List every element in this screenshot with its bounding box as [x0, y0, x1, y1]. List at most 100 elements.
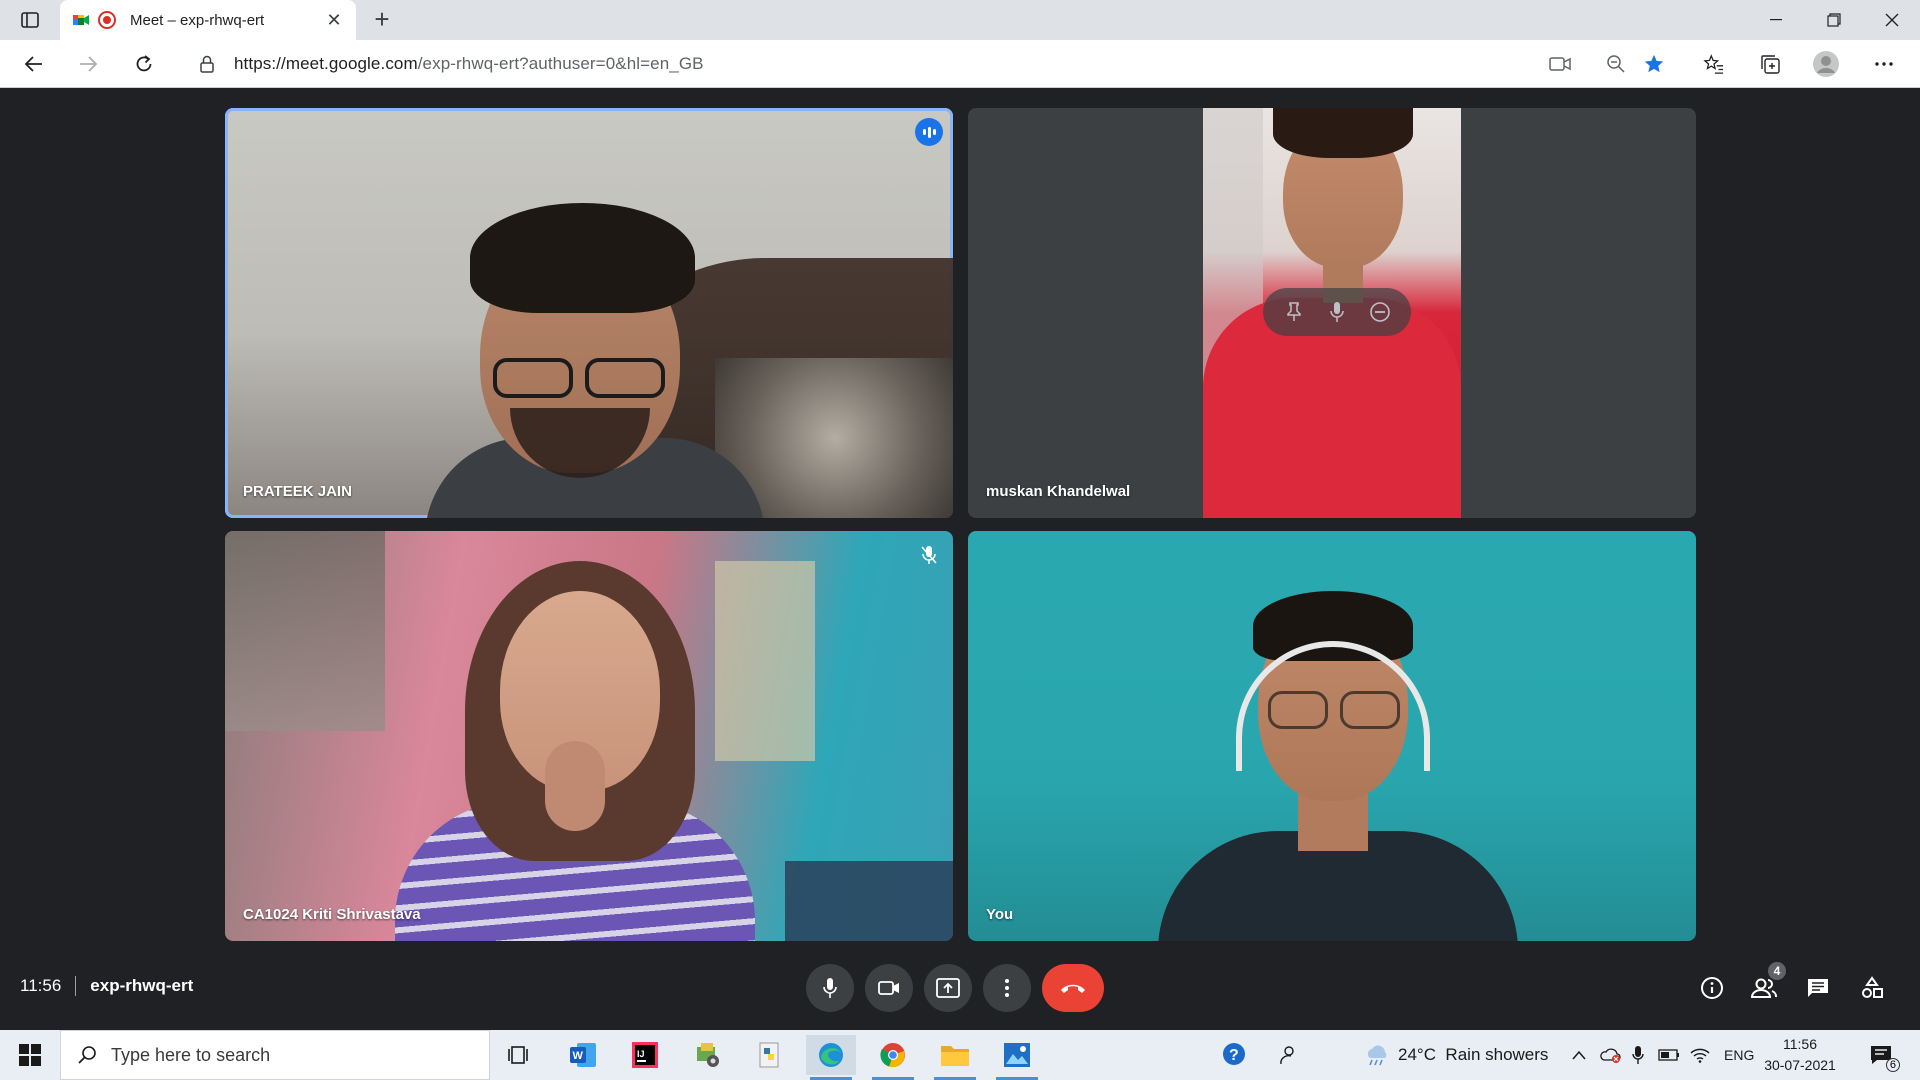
start-button[interactable]: [0, 1030, 60, 1080]
leave-call-button[interactable]: [1042, 964, 1104, 1012]
chat-icon: [1808, 979, 1828, 997]
participant-name: muskan Khandelwal: [986, 483, 1131, 500]
taskbar-search-box[interactable]: Type here to search: [60, 1030, 490, 1080]
mic-in-use-icon[interactable]: [1632, 1030, 1644, 1080]
taskbar-app-intellij[interactable]: IJ: [620, 1035, 670, 1075]
mic-muted-icon: [915, 541, 943, 569]
battery-icon[interactable]: [1658, 1030, 1680, 1080]
tab-actions-icon[interactable]: [14, 8, 46, 32]
browser-tab-meet[interactable]: Meet – exp-rhwq-ert ✕: [60, 0, 356, 40]
microphone-button[interactable]: [806, 964, 854, 1012]
word-icon: W: [570, 1043, 596, 1067]
search-icon: [78, 1046, 96, 1064]
activities-shapes-icon: [1862, 976, 1883, 998]
taskbar-app-edge[interactable]: [806, 1035, 856, 1080]
activities-button[interactable]: [1852, 968, 1892, 1008]
zoom-icon[interactable]: [1600, 48, 1632, 80]
profile-avatar[interactable]: [1810, 48, 1842, 80]
svg-text:W: W: [573, 1050, 584, 1062]
svg-text:IJ: IJ: [637, 1049, 645, 1059]
camera-button[interactable]: [865, 964, 913, 1012]
windows-taskbar: Type here to search W IJ ? 24°C Rain sho…: [0, 1030, 1920, 1080]
onedrive-error-icon[interactable]: [1600, 1030, 1622, 1080]
task-view-icon: [508, 1046, 528, 1064]
participant-tile-self[interactable]: You: [968, 531, 1696, 941]
google-meet-favicon-icon: [73, 15, 89, 25]
show-hidden-icons-chevron-icon[interactable]: [1572, 1030, 1586, 1080]
chat-button[interactable]: [1798, 968, 1838, 1008]
wifi-icon[interactable]: [1690, 1030, 1710, 1080]
windows-logo-icon: [19, 1044, 41, 1066]
taskbar-app-photos[interactable]: [992, 1035, 1042, 1080]
people-tray-icon[interactable]: [1278, 1030, 1298, 1080]
participant-video: [968, 531, 1696, 941]
control-panel-icon: [697, 1043, 719, 1067]
participant-count-badge: 4: [1766, 960, 1788, 982]
more-options-icon[interactable]: [1868, 48, 1900, 80]
browser-address-bar: https://meet.google.com/exp-rhwq-ert?aut…: [0, 40, 1920, 88]
participant-tile-prateek-jain[interactable]: PRATEEK JAIN: [225, 108, 953, 518]
present-now-button[interactable]: [924, 964, 972, 1012]
meeting-code: exp-rhwq-ert: [90, 976, 194, 995]
chrome-icon: [880, 1043, 905, 1068]
present-screen-icon: [936, 978, 960, 998]
participant-tile-muskan-khandelwal[interactable]: muskan Khandelwal: [968, 108, 1696, 518]
task-view-button[interactable]: [494, 1035, 544, 1075]
photos-icon: [1004, 1043, 1030, 1067]
new-tab-button[interactable]: +: [368, 6, 396, 34]
meeting-details-button[interactable]: [1692, 968, 1732, 1008]
microphone-icon: [823, 978, 837, 998]
meeting-time: 11:56: [20, 976, 62, 995]
participant-name: CA1024 Kriti Shrivastava: [243, 906, 421, 923]
url-text: https://meet.google.com/exp-rhwq-ert?aut…: [234, 54, 704, 73]
collections-icon[interactable]: [1754, 48, 1786, 80]
more-vert-icon: [1005, 979, 1009, 997]
remove-participant-icon[interactable]: [1368, 300, 1392, 324]
participant-tile-kriti-shrivastava[interactable]: CA1024 Kriti Shrivastava: [225, 531, 953, 941]
mute-participant-icon[interactable]: [1325, 300, 1349, 324]
meeting-details: 11:56 exp-rhwq-ert: [20, 976, 193, 996]
taskbar-app-utility[interactable]: [682, 1035, 732, 1075]
minimize-window-button[interactable]: [1748, 0, 1804, 40]
taskbar-app-file-explorer[interactable]: [930, 1035, 980, 1080]
participant-name: PRATEEK JAIN: [243, 483, 352, 500]
end-call-icon: [1061, 984, 1085, 993]
help-icon[interactable]: ?: [1222, 1030, 1248, 1080]
lock-icon[interactable]: [200, 55, 214, 78]
camera-icon: [878, 981, 899, 995]
intellij-idea-icon: IJ: [632, 1042, 658, 1068]
back-button[interactable]: [18, 48, 50, 80]
close-window-button[interactable]: [1864, 0, 1920, 40]
pin-icon[interactable]: [1282, 300, 1306, 324]
favorites-list-icon[interactable]: [1698, 48, 1730, 80]
refresh-button[interactable]: [128, 48, 160, 80]
python-file-icon: [759, 1042, 779, 1068]
notification-center-button[interactable]: 6: [1866, 1040, 1900, 1072]
taskbar-clock[interactable]: 11:56 30-07-2021: [1762, 1034, 1838, 1076]
favorite-star-icon[interactable]: [1638, 48, 1670, 80]
participant-video: [225, 108, 953, 518]
svg-text:?: ?: [1229, 1047, 1239, 1064]
restore-window-button[interactable]: [1806, 0, 1862, 40]
taskbar-app-word[interactable]: W: [558, 1035, 608, 1075]
weather-text: 24°C Rain showers: [1398, 1045, 1549, 1064]
tab-close-icon[interactable]: ✕: [324, 10, 344, 31]
rain-cloud-icon: [1367, 1045, 1387, 1066]
more-options-button[interactable]: [983, 964, 1031, 1012]
forward-button[interactable]: [72, 48, 104, 80]
meet-control-bar: 11:56 exp-rhwq-ert 4: [0, 942, 1920, 1030]
show-everyone-button[interactable]: 4: [1744, 960, 1788, 1008]
clock-time: 11:56: [1783, 1036, 1817, 1052]
speaking-indicator-icon: [915, 118, 943, 146]
weather-widget[interactable]: 24°C Rain showers: [1364, 1030, 1548, 1080]
url-field[interactable]: https://meet.google.com/exp-rhwq-ert?aut…: [182, 46, 1562, 82]
taskbar-app-python[interactable]: [744, 1035, 794, 1075]
folder-icon: [941, 1046, 969, 1066]
taskbar-app-chrome[interactable]: [868, 1035, 918, 1080]
meet-video-grid: PRATEEK JAIN muskan Khandelwal CA1024 Kr…: [0, 88, 1920, 1030]
tab-title: Meet – exp-rhwq-ert: [130, 11, 265, 29]
browser-tab-bar: Meet – exp-rhwq-ert ✕ +: [0, 0, 1920, 40]
language-indicator[interactable]: ENG: [1724, 1030, 1754, 1080]
camera-in-use-icon[interactable]: [1544, 48, 1576, 80]
tile-hover-controls: [1263, 288, 1411, 336]
